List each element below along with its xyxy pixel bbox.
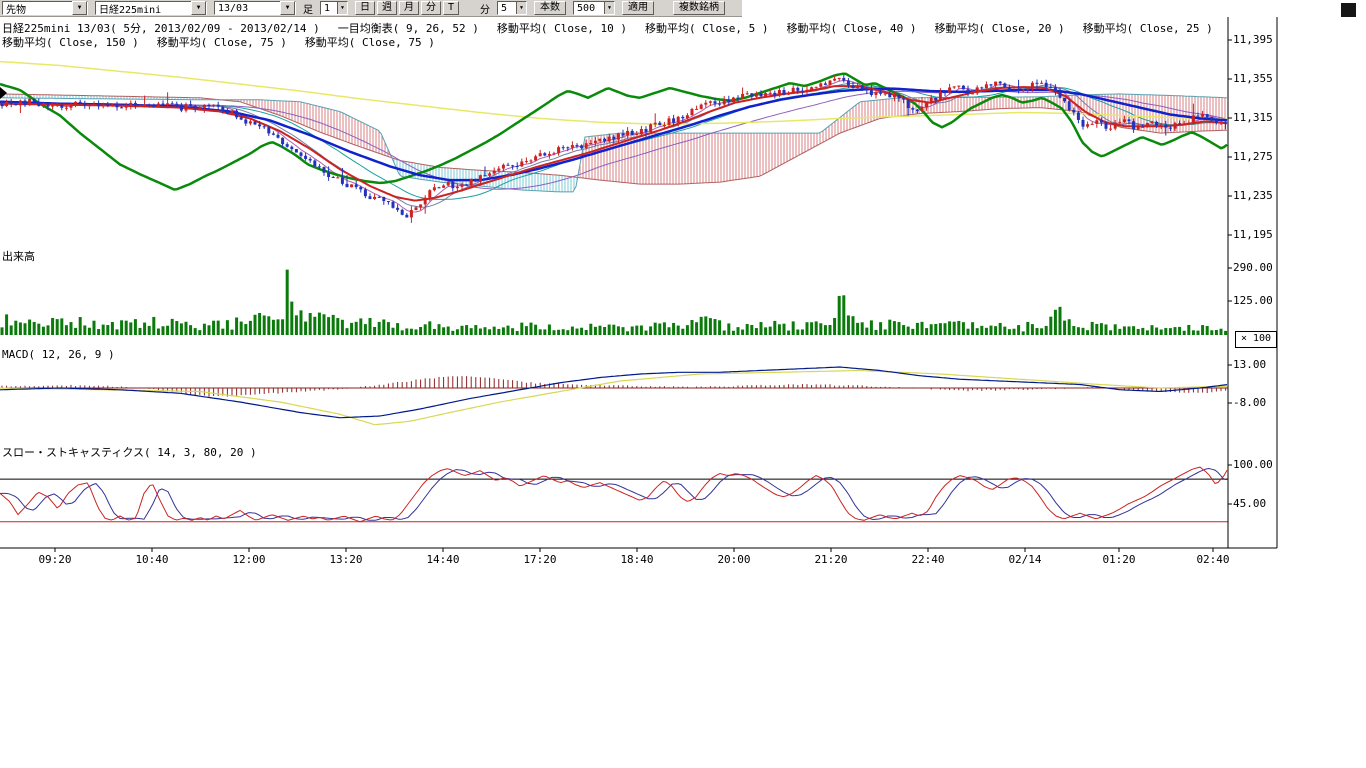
apply-button[interactable]: 適用 bbox=[622, 1, 654, 15]
bar-type-label: 足 bbox=[303, 1, 313, 16]
bar-interval-value: 1 bbox=[324, 3, 330, 14]
chart-canvas[interactable] bbox=[0, 0, 1366, 768]
chart-application: 先物 ▼ 日経225mini ▼ 13/03 ▼ 足 1 ▼ 日週月分T 分 5… bbox=[0, 0, 1366, 768]
period-button[interactable]: 週 bbox=[377, 1, 397, 15]
instrument-type-value: 先物 bbox=[6, 1, 26, 16]
period-button[interactable]: 日 bbox=[355, 1, 375, 15]
period-button[interactable]: 分 bbox=[421, 1, 441, 15]
minute-interval-input[interactable]: 5 ▼ bbox=[497, 1, 527, 15]
contract-month-value: 13/03 bbox=[218, 3, 248, 14]
bar-interval-input[interactable]: 1 ▼ bbox=[320, 1, 348, 15]
contract-month-select[interactable]: 13/03 ▼ bbox=[214, 1, 296, 15]
period-button[interactable]: T bbox=[443, 1, 459, 15]
spinner-arrow-icon[interactable]: ▼ bbox=[516, 2, 526, 14]
period-button[interactable]: 月 bbox=[399, 1, 419, 15]
bar-count-button[interactable]: 本数 bbox=[534, 1, 566, 15]
multi-symbol-button[interactable]: 複数銘柄 bbox=[673, 1, 725, 15]
period-button-group: 日週月分T bbox=[355, 1, 459, 15]
volume-multiplier-badge: × 100 bbox=[1235, 331, 1277, 348]
toolbar-strip: 先物 ▼ 日経225mini ▼ 13/03 ▼ 足 1 ▼ 日週月分T 分 5… bbox=[0, 0, 742, 17]
minute-interval-value: 5 bbox=[501, 3, 507, 14]
dropdown-arrow-icon[interactable]: ▼ bbox=[280, 1, 295, 15]
minute-label: 分 bbox=[480, 1, 490, 16]
instrument-type-select[interactable]: 先物 ▼ bbox=[2, 1, 88, 15]
instrument-value: 日経225mini bbox=[99, 1, 161, 16]
spinner-arrow-icon[interactable]: ▼ bbox=[604, 2, 614, 14]
spinner-arrow-icon[interactable]: ▼ bbox=[337, 2, 347, 14]
corner-scroll-button[interactable] bbox=[1341, 3, 1356, 17]
bar-count-input[interactable]: 500 ▼ bbox=[573, 1, 615, 15]
instrument-select[interactable]: 日経225mini ▼ bbox=[95, 1, 207, 15]
bar-count-value: 500 bbox=[577, 3, 595, 14]
dropdown-arrow-icon[interactable]: ▼ bbox=[72, 1, 87, 15]
dropdown-arrow-icon[interactable]: ▼ bbox=[191, 1, 206, 15]
toolbar: 先物 ▼ 日経225mini ▼ 13/03 ▼ 足 1 ▼ 日週月分T 分 5… bbox=[0, 0, 1366, 17]
